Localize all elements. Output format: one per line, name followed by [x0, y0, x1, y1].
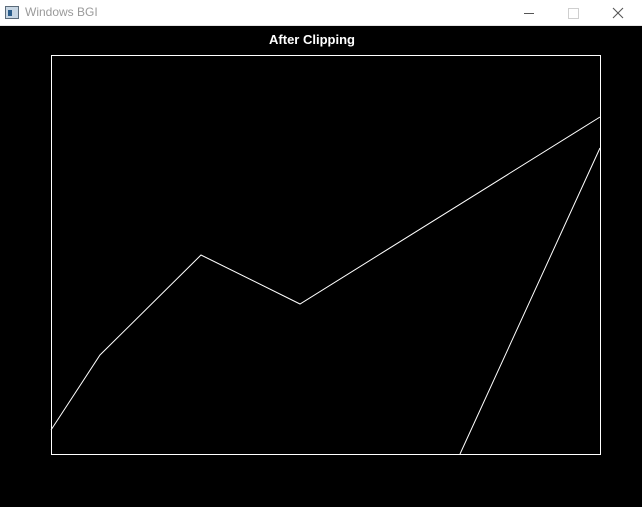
drawing-canvas: After Clipping	[1, 26, 641, 506]
clipped-polyline	[50, 116, 601, 431]
maximize-icon	[568, 8, 579, 19]
app-window-icon	[5, 6, 19, 19]
close-icon	[612, 7, 624, 19]
window-title: Windows BGI	[25, 5, 98, 19]
clipping-drawing	[50, 55, 601, 455]
minimize-button[interactable]	[506, 0, 552, 26]
maximize-button[interactable]	[550, 0, 596, 26]
title-bar[interactable]: Windows BGI	[0, 0, 642, 26]
close-button[interactable]	[596, 0, 642, 26]
clipped-line	[459, 147, 601, 455]
clip-window-rect	[51, 55, 601, 455]
minimize-icon	[524, 13, 534, 14]
bgi-window: Windows BGI After Clipping	[0, 0, 642, 507]
